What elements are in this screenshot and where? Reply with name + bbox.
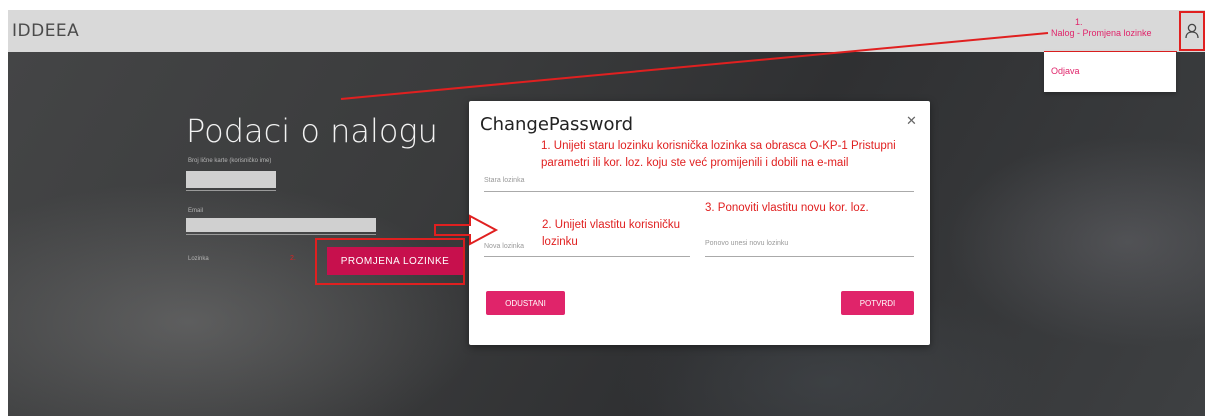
annotation-overlay <box>340 32 1049 246</box>
annotation-arrow-icon <box>434 214 499 246</box>
annotation-connector-line <box>340 32 1049 100</box>
